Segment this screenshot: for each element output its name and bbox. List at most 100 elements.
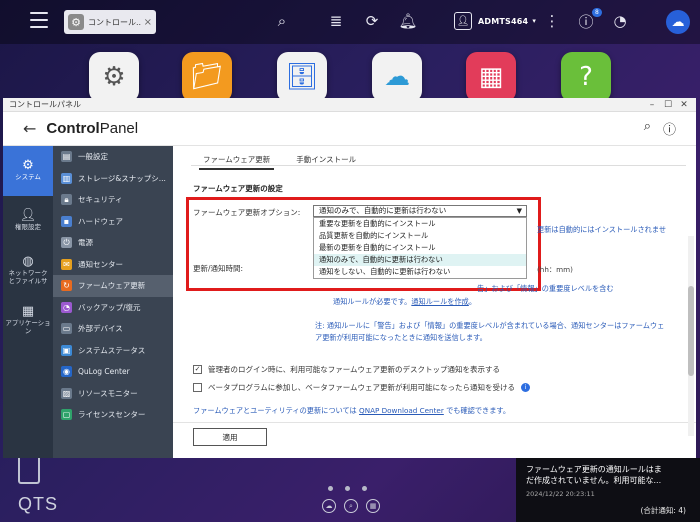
rail-item-applications[interactable]: ▦ アプリケーション	[3, 296, 53, 346]
cloud-icon[interactable]: ☁	[322, 499, 336, 513]
beta-program-label: ベータプログラムに参加し、ベータファームウェア更新が利用可能になったら通知を受け…	[208, 383, 516, 392]
apps-icon: ▦	[21, 303, 35, 319]
app-tab-control-panel[interactable]: ⚙ コントロール... ×	[64, 10, 156, 34]
submenu-item-general[interactable]: ▤ 一般設定	[53, 146, 173, 168]
chart-icon: ▨	[61, 387, 72, 399]
tab-firmware-update[interactable]: ファームウェア更新	[199, 152, 275, 170]
status-icon: ▣	[61, 344, 72, 356]
more-icon[interactable]: ⋮	[542, 11, 562, 31]
control-panel-window: コントロールパネル – ☐ ✕ ← ControlPanel ⌕ ⓘ ⚙ システ…	[3, 98, 696, 458]
firmware-update-content: ファームウェア更新 手動インストール ファームウェア更新の設定 ファームウェア更…	[173, 146, 696, 458]
help-icon[interactable]: ⓘ	[663, 119, 676, 138]
download-center-link[interactable]: QNAP Download Center	[359, 406, 444, 415]
firmware-icon: ↻	[61, 280, 72, 292]
category-rail: ⚙ システム 👤︎ 権限設定 ◍ ネットワーク とファイルサ ▦ アプリケーショ…	[3, 146, 53, 458]
desktop-app-icons: ⚙ 📁︎ 🗄︎ ☁ ▦ ?	[0, 52, 700, 102]
submenu-item-external-device[interactable]: ▭ 外部デバイス	[53, 318, 173, 340]
storage-app-icon[interactable]: 🗄︎	[277, 52, 327, 102]
notification-note: 注: 通知ルールに「警告」および「情報」の重要度レベルが含まれている場合、通知セ…	[315, 321, 665, 342]
app-center-icon[interactable]: ▦	[466, 52, 516, 102]
cloud-app-icon[interactable]: ☁	[372, 52, 422, 102]
user-menu[interactable]: 👤︎ ADMTS464 ▾	[454, 10, 536, 32]
submenu-item-qulog[interactable]: ◉ QuLog Center	[53, 361, 173, 383]
bottom-tray: ☁ ⌕ ▦	[322, 499, 380, 513]
control-panel-app-icon[interactable]: ⚙	[89, 52, 139, 102]
create-notification-rule-link[interactable]: 通知ルールを作成	[411, 297, 469, 306]
notification-rule-required: 通知ルールが必要です。通知ルールを作成。	[333, 297, 477, 306]
window-titlebar[interactable]: コントロールパネル – ☐ ✕	[3, 98, 696, 112]
dropdown-option[interactable]: 品質更新を自動的にインストール	[314, 230, 526, 242]
background-tasks-icon[interactable]: ⟳	[362, 11, 382, 31]
settings-icon: ▤	[61, 151, 72, 163]
page-title: ControlPanel	[46, 120, 139, 137]
back-arrow-icon[interactable]: ←	[23, 119, 36, 138]
user-icon: 👤︎	[19, 207, 37, 223]
dropdown-option[interactable]: 重要な更新を自動的にインストール	[314, 218, 526, 230]
desktop-notify-checkbox[interactable]: ✓	[193, 365, 202, 374]
apply-button[interactable]: 適用	[193, 428, 267, 446]
license-icon: ▢	[61, 409, 72, 421]
notification-icon: ✉	[61, 258, 72, 270]
search-icon[interactable]: ⌕	[272, 11, 292, 31]
submenu-item-resource-monitor[interactable]: ▨ リソースモニター	[53, 383, 173, 405]
update-option-select[interactable]: 通知のみで、自動的に更新は行わない ▼	[313, 205, 527, 217]
bell-icon[interactable]: 🔔︎	[398, 11, 418, 31]
beta-program-checkbox[interactable]	[193, 383, 202, 392]
scrollbar-thumb[interactable]	[688, 286, 694, 376]
desktop-page-dots[interactable]	[328, 486, 367, 491]
hardware-icon: ▪	[61, 215, 72, 227]
search-icon[interactable]: ⌕	[344, 499, 358, 513]
update-option-dropdown: 重要な更新を自動的にインストール 品質更新を自動的にインストール 最新の更新を自…	[313, 217, 527, 279]
close-icon[interactable]: ×	[144, 17, 152, 28]
dashboard-gauge-icon[interactable]: ◔	[610, 11, 630, 31]
chevron-down-icon: ▾	[532, 17, 536, 25]
tab-manual-install[interactable]: 手動インストール	[292, 152, 360, 170]
qts-taskbar: ⚙ コントロール... × ⌕ ≣ ⟳ 🔔︎ 👤︎ ADMTS464 ▾ ⋮ ⓘ…	[0, 0, 700, 44]
submenu-item-firmware[interactable]: ↻ ファームウェア更新	[53, 275, 173, 297]
minimize-icon[interactable]: –	[646, 100, 658, 110]
help-app-icon[interactable]: ?	[561, 52, 611, 102]
dropdown-option[interactable]: 通知のみで、自動的に更新は行わない	[314, 254, 526, 266]
desktop-notify-label: 管理者のログイン時に、利用可能なファームウェア更新のデスクトップ通知を表示する	[208, 365, 501, 374]
window-title: コントロールパネル	[9, 100, 81, 109]
recycle-bin-icon[interactable]	[18, 458, 40, 484]
submenu-item-backup[interactable]: ◔ バックアップ/復元	[53, 297, 173, 319]
globe-icon: ◍	[22, 253, 34, 269]
info-icon[interactable]: i	[521, 383, 531, 392]
section-title: ファームウェア更新の設定	[193, 184, 283, 193]
submenu-item-storage[interactable]: ▥ ストレージ&スナップシ...	[53, 168, 173, 190]
submenu-item-system-status[interactable]: ▣ システムステータス	[53, 340, 173, 362]
file-station-app-icon[interactable]: 📁︎	[182, 52, 232, 102]
search-icon[interactable]: ⌕	[644, 119, 651, 138]
gear-icon: ⚙	[68, 14, 84, 30]
dropdown-option[interactable]: 最新の更新を自動的にインストール	[314, 242, 526, 254]
beta-program-row: ベータプログラムに参加し、ベータファームウェア更新が利用可能になったら通知を受け…	[193, 382, 531, 393]
rail-item-system[interactable]: ⚙ システム	[3, 146, 53, 196]
dropdown-option[interactable]: 通知をしない、自動的に更新は行わない	[314, 266, 526, 278]
cloud-icon[interactable]: ☁	[666, 10, 690, 34]
main-menu-icon[interactable]	[30, 12, 48, 28]
event-stack-icon[interactable]: ≣	[326, 11, 346, 31]
submenu-item-hardware[interactable]: ▪ ハードウェア	[53, 211, 173, 233]
notification-toast[interactable]: ファームウェア更新の通知ルールはま だ作成されていません。利用可能な... 202…	[516, 458, 700, 522]
toast-total-count: (合計通知: 4)	[640, 506, 686, 515]
app-tab-label: コントロール...	[88, 17, 142, 27]
usb-icon: ▭	[61, 323, 72, 335]
submenu-item-license[interactable]: ▢ ライセンスセンター	[53, 404, 173, 426]
submenu-item-security[interactable]: 🔒︎ セキュリティ	[53, 189, 173, 211]
rail-item-privilege[interactable]: 👤︎ 権限設定	[3, 196, 53, 246]
close-icon[interactable]: ✕	[678, 100, 690, 110]
submenu-item-power[interactable]: ⏻ 電源	[53, 232, 173, 254]
grid-icon[interactable]: ▦	[366, 499, 380, 513]
rail-label: アプリケーション	[5, 318, 51, 335]
submenu-item-notification[interactable]: ✉ 通知センター	[53, 254, 173, 276]
toast-message: ファームウェア更新の通知ルールはま だ作成されていません。利用可能な...	[526, 465, 662, 485]
auto-install-note: 更新は自動的にはインストールされませ	[537, 225, 667, 234]
gear-icon: ⚙	[22, 157, 34, 173]
rail-label: 権限設定	[15, 222, 41, 231]
apply-divider	[173, 422, 696, 423]
system-submenu: ▤ 一般設定 ▥ ストレージ&スナップシ... 🔒︎ セキュリティ ▪ ハードウェア ⏻…	[53, 146, 173, 458]
username: ADMTS464	[478, 16, 529, 26]
rail-item-network[interactable]: ◍ ネットワーク とファイルサ	[3, 246, 53, 296]
maximize-icon[interactable]: ☐	[662, 100, 674, 110]
